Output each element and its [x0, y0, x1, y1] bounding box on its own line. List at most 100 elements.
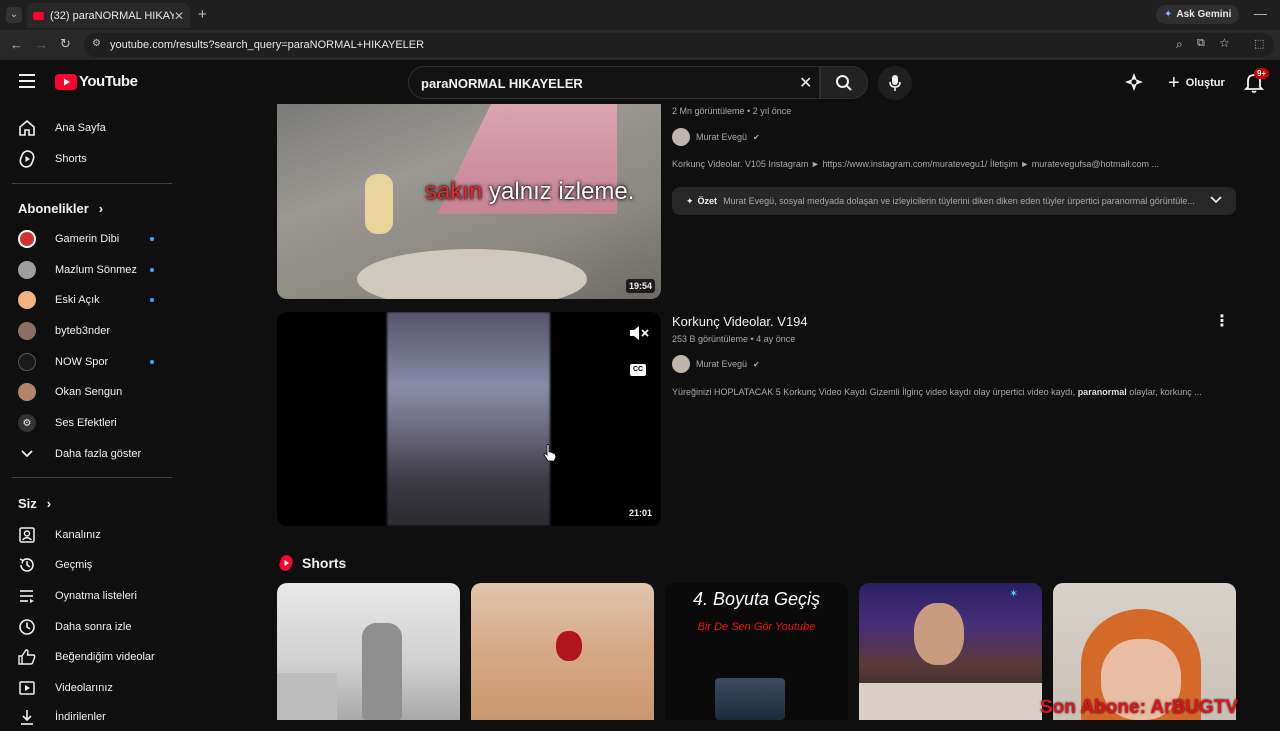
new-content-dot	[150, 298, 154, 302]
forward-icon[interactable]: →	[35, 37, 48, 52]
playlists-icon	[16, 585, 38, 607]
create-button[interactable]: + Oluştur	[1158, 68, 1235, 98]
tab-search-icon[interactable]: ⌄	[6, 7, 22, 23]
you-heading[interactable]: Siz ›	[18, 496, 51, 511]
youtube-logo-text: YouTube	[79, 73, 138, 90]
youtube-header: YouTube paraNORMAL HIKAYELER ✕ + Oluştur…	[0, 60, 1280, 105]
sidebar-item-label: Daha sonra izle	[55, 621, 132, 633]
clear-search-icon[interactable]: ✕	[799, 73, 812, 93]
avatar	[18, 261, 36, 279]
create-label: Oluştur	[1185, 77, 1225, 89]
sidebar-item-history[interactable]: Geçmiş	[12, 551, 172, 579]
short-thumbnail[interactable]	[471, 583, 654, 720]
description-text: Yüreğinizi HOPLATACAK 5 Korkunç Video Ka…	[672, 387, 1078, 397]
bookmark-star-icon[interactable]: ☆	[1219, 36, 1230, 50]
summary-label: Özet	[697, 196, 718, 206]
sidebar-item-home[interactable]: Ana Sayfa	[12, 114, 172, 142]
short-thumbnail[interactable]: 4. Boyuta Geçiş Bir De Sen Gör Youtube	[665, 583, 848, 720]
short-thumbnail[interactable]: ✶	[859, 583, 1042, 720]
show-more-button[interactable]: Daha fazla göster	[12, 440, 172, 468]
back-icon[interactable]: ←	[10, 37, 23, 52]
hamburger-menu-icon[interactable]	[19, 74, 35, 88]
chevron-down-icon	[16, 443, 38, 465]
sparkle-icon: ✦	[686, 195, 694, 206]
channel-link[interactable]: Murat Evegü ✔	[672, 355, 760, 373]
sidebar-item-your-videos[interactable]: Videolarınız	[12, 674, 172, 702]
mouse-cursor-icon	[543, 444, 557, 467]
more-options-icon[interactable]: ⋮	[1214, 311, 1230, 331]
sidebar-divider	[12, 183, 172, 184]
short-thumbnail[interactable]	[277, 583, 460, 720]
url-text: youtube.com/results?search_query=paraNOR…	[110, 39, 425, 51]
sidebar-item-label: Mazlum Sönmez	[55, 264, 137, 276]
notifications-button[interactable]: 9+	[1243, 68, 1270, 99]
sidebar-item-okan-sengun[interactable]: Okan Sengun	[12, 378, 172, 406]
video-duration: 19:54	[625, 279, 655, 293]
zoom-icon[interactable]: ⌕	[1176, 37, 1183, 52]
sidebar-item-label: Oynatma listeleri	[55, 590, 137, 602]
search-input[interactable]: paraNORMAL HIKAYELER ✕	[408, 66, 820, 99]
sidebar-item-watch-later[interactable]: Daha sonra izle	[12, 613, 172, 641]
video-views-age: 2 Mn görüntüleme • 2 yıl önce	[672, 106, 792, 116]
minimize-icon[interactable]: —	[1254, 6, 1267, 21]
captions-button[interactable]: CC	[630, 364, 646, 376]
sidebar-item-byteb3nder[interactable]: byteb3nder	[12, 317, 172, 345]
channel-avatar	[672, 355, 690, 373]
mute-icon[interactable]	[629, 325, 649, 346]
short-face-shape	[914, 603, 964, 665]
sidebar-item-downloads[interactable]: İndirilenler	[12, 703, 172, 731]
sidebar-item-shorts[interactable]: Shorts	[12, 145, 172, 173]
extensions-icon[interactable]: ⬚	[1254, 37, 1264, 50]
voice-search-button[interactable]	[878, 66, 912, 100]
overlay-red-word: sakın	[425, 178, 483, 205]
sidebar-item-liked-videos[interactable]: Beğendiğim videolar	[12, 643, 172, 671]
youtube-favicon-icon	[33, 11, 44, 20]
browser-toolbar: ← → ↻ ⚙ youtube.com/results?search_query…	[0, 30, 1280, 60]
premium-sparkle-icon[interactable]	[1124, 72, 1144, 97]
channel-avatar	[16, 228, 38, 250]
browser-tab[interactable]: (32) paraNORMAL HIKAYELER ✕	[27, 3, 190, 28]
short-red-spot-shape	[556, 631, 582, 661]
subscriptions-heading[interactable]: Abonelikler ›	[18, 201, 103, 216]
plus-icon: +	[1168, 71, 1180, 94]
description-highlight: paranormal	[1077, 387, 1127, 397]
download-icon	[16, 706, 38, 728]
reload-icon[interactable]: ↻	[60, 36, 71, 52]
verified-badge-icon: ✔	[753, 359, 760, 369]
short-subtitle-text: Bir De Sen Gör Youtube	[697, 621, 816, 633]
youtube-play-logo-icon	[55, 73, 77, 90]
sidebar-item-your-channel[interactable]: Kanalınız	[12, 521, 172, 549]
sidebar-item-ses-efektleri[interactable]: ⚙ Ses Efektleri	[12, 409, 172, 437]
chevron-right-icon: ›	[46, 496, 52, 511]
channel-name: Murat Evegü	[696, 359, 748, 369]
sidebar-item-now-spor[interactable]: NOW Spor	[12, 348, 172, 376]
avatar: ⚙	[18, 414, 36, 432]
ai-summary-bar[interactable]: ✦ Özet Murat Evegü, sosyal medyada dolaş…	[672, 187, 1236, 215]
install-app-icon[interactable]: ⧉	[1197, 37, 1205, 50]
video-description: Yüreğinizi HOPLATACAK 5 Korkunç Video Ka…	[672, 387, 1202, 397]
channel-name: Murat Evegü	[696, 132, 748, 142]
new-tab-icon[interactable]: +	[198, 6, 207, 23]
video-thumbnail[interactable]: sakın yalnız izleme. 19:54	[277, 104, 661, 299]
ask-gemini-button[interactable]: ✦ Ask Gemini	[1156, 5, 1240, 24]
tab-close-icon[interactable]: ✕	[174, 9, 184, 23]
chevron-down-icon[interactable]	[1210, 196, 1222, 206]
sidebar-item-eski-acik[interactable]: Eski Açık	[12, 286, 172, 314]
video-duration: 21:01	[625, 506, 655, 520]
channel-link[interactable]: Murat Evegü ✔	[672, 128, 760, 146]
thumbnail-child-shape	[365, 174, 393, 234]
video-title[interactable]: Korkunç Videolar. V194	[672, 314, 808, 329]
sidebar-item-playlists[interactable]: Oynatma listeleri	[12, 582, 172, 610]
sidebar-item-gamerin-dibi[interactable]: Gamerin Dibi	[12, 225, 172, 253]
address-bar[interactable]: ⚙ youtube.com/results?search_query=paraN…	[84, 33, 1274, 57]
sidebar-item-label: Shorts	[55, 153, 87, 165]
search-button[interactable]	[820, 66, 868, 99]
video-thumbnail-preview[interactable]: CC 21:01	[277, 312, 661, 526]
tab-title: (32) paraNORMAL HIKAYELER	[50, 9, 174, 22]
site-info-icon[interactable]: ⚙	[92, 38, 101, 49]
sidebar-item-mazlum-sonmez[interactable]: Mazlum Sönmez	[12, 256, 172, 284]
new-content-dot	[150, 237, 154, 241]
microphone-icon	[889, 75, 901, 91]
youtube-logo[interactable]: YouTube	[55, 73, 138, 90]
chevron-right-icon: ›	[98, 201, 104, 216]
